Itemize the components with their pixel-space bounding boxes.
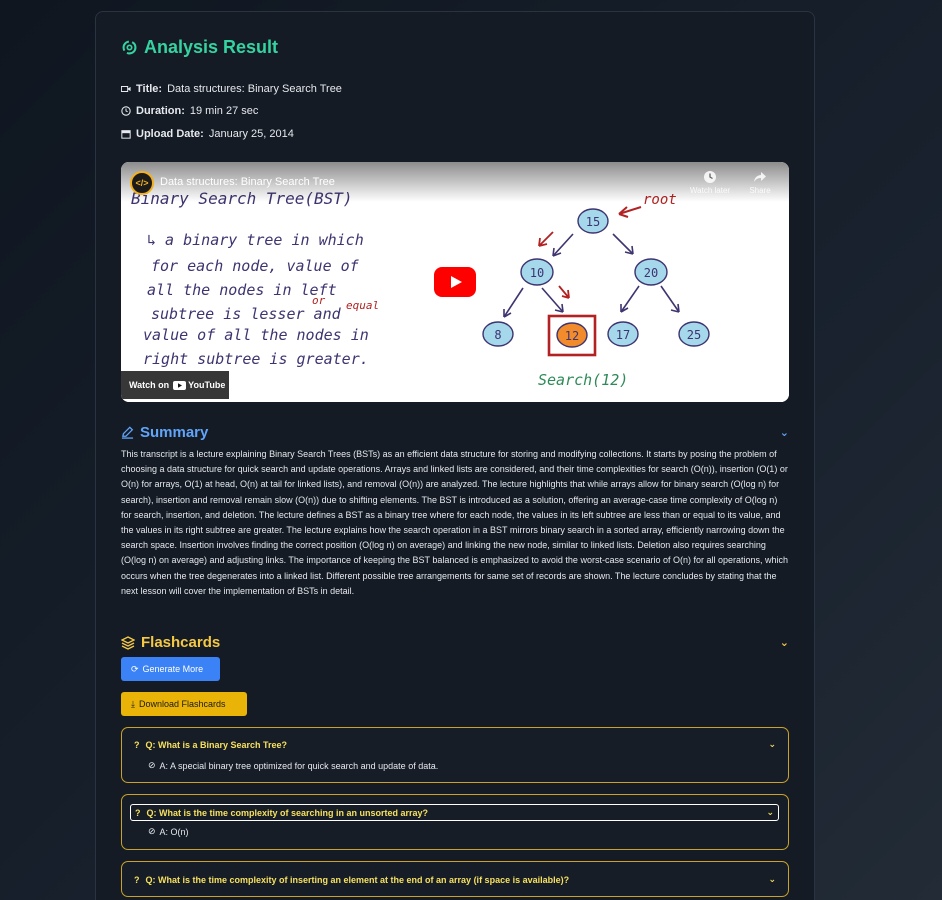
- download-icon: ⤓: [131, 698, 135, 709]
- meta-title-label: Title:: [136, 83, 163, 95]
- refresh-icon: ⟳: [131, 663, 139, 674]
- meta-upload-value: January 25, 2014: [208, 128, 294, 140]
- meta-duration-value: 19 min 27 sec: [189, 105, 259, 117]
- share-button[interactable]: Share: [742, 170, 778, 195]
- meta-title-value: Data structures: Binary Search Tree: [167, 83, 342, 95]
- clock-icon: [121, 106, 131, 116]
- check-circle-icon: ⊘: [148, 826, 156, 836]
- tree-node-label-15: 15: [586, 215, 600, 229]
- flashcard-question: Q: What is the time complexity of search…: [146, 807, 429, 818]
- flashcard-question: Q: What is a Binary Search Tree?: [145, 739, 288, 750]
- question-mark-icon: ?: [134, 874, 140, 885]
- board-search-caption: Search(12): [538, 371, 628, 389]
- chevron-down-icon[interactable]: ⌄: [768, 739, 776, 750]
- tree-node-label-25: 25: [687, 328, 701, 342]
- youtube-play-icon: [173, 380, 187, 390]
- check-circle-icon: ⊘: [148, 760, 156, 770]
- chevron-down-icon[interactable]: ⌄: [780, 636, 789, 649]
- share-arrow-icon: [754, 172, 766, 182]
- board-insert-or: or: [312, 294, 326, 307]
- watch-on-label: Watch on: [129, 380, 170, 390]
- channel-logo[interactable]: </>: [130, 171, 154, 195]
- summary-text: This transcript is a lecture explaining …: [121, 449, 789, 596]
- board-line-6: right subtree is greater.: [143, 350, 369, 368]
- download-flashcards-label: Download Flashcards: [138, 699, 226, 709]
- meta-title-row: Title: Data structures: Binary Search Tr…: [121, 83, 342, 95]
- chevron-down-icon[interactable]: ⌄: [780, 426, 789, 439]
- board-line-2: for each node, value of: [151, 257, 360, 275]
- board-insert-equal: equal: [346, 299, 379, 312]
- board-line-3: all the nodes in left: [147, 281, 337, 299]
- flashcards-header[interactable]: Flashcards ⌄: [121, 634, 789, 651]
- share-label: Share: [749, 186, 771, 195]
- flashcard-answer-row: ⊘ A: O(n): [148, 826, 189, 837]
- flashcard-question: Q: What is the time complexity of insert…: [145, 874, 570, 885]
- flashcard-question-row[interactable]: ? Q: What is the time complexity of sear…: [130, 804, 779, 821]
- video-camera-icon: [121, 86, 131, 92]
- question-mark-icon: ?: [134, 739, 140, 750]
- generate-more-button[interactable]: ⟳ Generate More: [121, 657, 220, 681]
- page-title: Analysis Result: [121, 37, 278, 58]
- video-title[interactable]: Data structures: Binary Search Tree: [160, 176, 335, 188]
- analysis-icon: [122, 40, 137, 55]
- tree-node-label-8: 8: [494, 328, 501, 342]
- question-mark-icon: ?: [135, 807, 141, 818]
- page-title-text: Analysis Result: [144, 37, 279, 57]
- play-button[interactable]: [434, 267, 476, 297]
- flashcards-title: Flashcards: [141, 634, 221, 651]
- meta-duration-label: Duration:: [136, 105, 185, 117]
- flashcard-answer: A: O(n): [159, 826, 189, 837]
- meta-upload-row: Upload Date: January 25, 2014: [121, 128, 294, 140]
- flashcard-question-row[interactable]: ? Q: What is a Binary Search Tree? ⌄: [134, 739, 776, 750]
- watch-later-button[interactable]: Watch later: [686, 170, 734, 195]
- generate-more-label: Generate More: [142, 664, 204, 674]
- flashcard-item[interactable]: ? Q: What is the time complexity of inse…: [121, 861, 789, 897]
- watch-later-label: Watch later: [689, 186, 731, 195]
- tree-node-label-12: 12: [565, 329, 579, 343]
- clock-icon: [704, 171, 716, 183]
- pencil-icon: [121, 426, 134, 439]
- flashcard-question-row[interactable]: ? Q: What is the time complexity of inse…: [134, 874, 776, 885]
- calendar-icon: [121, 130, 131, 139]
- chevron-down-icon[interactable]: ⌄: [766, 807, 774, 818]
- download-flashcards-button[interactable]: ⤓ Download Flashcards: [121, 692, 247, 716]
- tree-node-label-10: 10: [530, 266, 544, 280]
- tree-node-label-20: 20: [644, 266, 658, 280]
- flashcard-item[interactable]: ? Q: What is a Binary Search Tree? ⌄ ⊘ A…: [121, 727, 789, 783]
- summary-title: Summary: [140, 424, 209, 441]
- meta-duration-row: Duration: 19 min 27 sec: [121, 105, 258, 117]
- flashcard-answer-row: ⊘ A: A special binary tree optimized for…: [148, 760, 438, 771]
- summary-header[interactable]: Summary ⌄: [121, 424, 789, 441]
- video-embed[interactable]: Binary Search Tree(BST) ↳ a binary tree …: [121, 162, 789, 402]
- layers-icon: [121, 635, 135, 650]
- meta-upload-label: Upload Date:: [136, 128, 204, 140]
- youtube-logo: YouTube: [173, 380, 225, 390]
- flashcard-answer: A: A special binary tree optimized for q…: [159, 760, 439, 771]
- flashcard-item[interactable]: ? Q: What is the time complexity of sear…: [121, 794, 789, 850]
- board-line-5: value of all the nodes in: [143, 326, 369, 344]
- board-line-1: ↳ a binary tree in which: [147, 231, 364, 249]
- board-line-4: subtree is lesser and: [151, 305, 342, 323]
- chevron-down-icon[interactable]: ⌄: [768, 874, 776, 885]
- watch-on-youtube-button[interactable]: Watch on YouTube: [121, 371, 229, 399]
- tree-node-label-17: 17: [616, 328, 630, 342]
- youtube-wordmark: YouTube: [188, 380, 226, 390]
